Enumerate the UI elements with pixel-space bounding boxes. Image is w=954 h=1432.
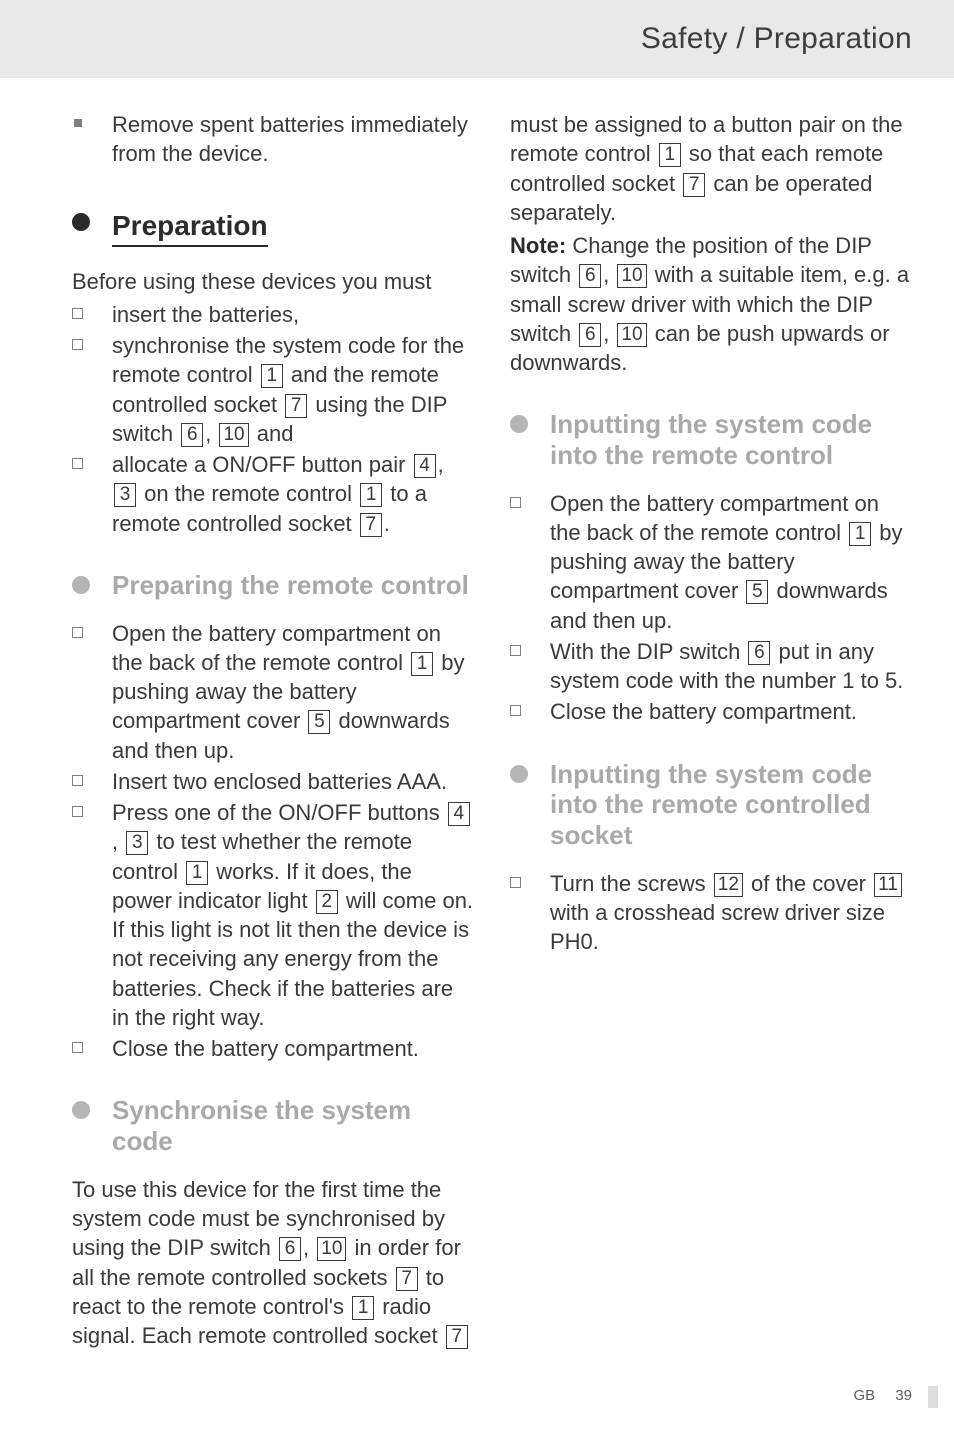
text: Close the battery compartment. — [112, 1036, 419, 1061]
list-item: insert the batteries, — [72, 300, 474, 329]
ref-number: 6 — [748, 641, 770, 665]
ref-number: 5 — [308, 710, 330, 734]
ref-number: 11 — [874, 873, 902, 897]
text: and — [251, 421, 294, 446]
ref-number: 1 — [352, 1296, 374, 1320]
ref-number: 7 — [285, 394, 307, 418]
ref-number: 5 — [746, 580, 768, 604]
ref-number: 1 — [261, 364, 283, 388]
list-item: Turn the screws 12 of the cover 11 with … — [510, 869, 912, 957]
footer-bar — [928, 1386, 938, 1408]
page-footer: GB 39 — [853, 1387, 912, 1404]
heading-synchronise: Synchronise the system code — [72, 1095, 474, 1156]
ref-number: 10 — [317, 1237, 346, 1261]
intro-list: Remove spent batteries immediately from … — [72, 110, 474, 169]
list-item: Insert two enclosed batteries AAA. — [72, 767, 474, 796]
list-item: Press one of the ON/OFF buttons 4, 3 to … — [72, 798, 474, 1032]
ref-number: 1 — [659, 143, 681, 167]
text: Insert two enclosed batteries AAA. — [112, 769, 447, 794]
heading-preparing-remote: Preparing the remote control — [72, 570, 474, 601]
ref-number: 4 — [448, 802, 470, 826]
text: with a crosshead screw driver size PH0. — [550, 900, 885, 954]
ref-number: 10 — [617, 264, 646, 288]
list-item: Close the battery compartment. — [510, 697, 912, 726]
text: allocate a ON/OFF button pair — [112, 452, 412, 477]
ref-number: 3 — [114, 483, 136, 507]
ref-number: 7 — [683, 173, 705, 197]
list-item: With the DIP switch 6 put in any system … — [510, 637, 912, 696]
paragraph: Before using these devices you must — [72, 267, 474, 296]
list-item: synchronise the system code for the remo… — [72, 331, 474, 448]
heading-preparation: Preparation — [72, 207, 474, 247]
list-item: Close the battery compartment. — [72, 1034, 474, 1063]
ref-number: 12 — [714, 873, 743, 897]
ref-number: 3 — [126, 831, 148, 855]
page-header-title: Safety / Preparation — [641, 22, 912, 56]
heading-input-remote: Inputting the system code into the remot… — [510, 409, 912, 470]
ref-number: 6 — [579, 264, 601, 288]
note-label: Note: — [510, 233, 566, 258]
input-remote-list: Open the battery compartment on the back… — [510, 489, 912, 727]
text: of the cover — [745, 871, 872, 896]
text: With the DIP switch — [550, 639, 746, 664]
heading-text: Preparation — [112, 207, 268, 247]
heading-input-socket: Inputting the system code into the remot… — [510, 759, 912, 851]
text: Open the battery compartment on the back… — [550, 491, 879, 545]
list-item: Open the battery compartment on the back… — [510, 489, 912, 635]
content-columns: Remove spent batteries immediately from … — [72, 110, 912, 1362]
ref-number: 2 — [316, 890, 338, 914]
ref-number: 6 — [181, 423, 203, 447]
text: Close the battery compartment. — [550, 699, 857, 724]
list-item: allocate a ON/OFF button pair 4, 3 on th… — [72, 450, 474, 538]
ref-number: 1 — [411, 652, 433, 676]
text: Remove spent batteries immediately from … — [112, 112, 468, 166]
ref-number: 1 — [849, 522, 871, 546]
list-item: Remove spent batteries immediately from … — [72, 110, 474, 169]
ref-number: 6 — [279, 1237, 301, 1261]
footer-country: GB — [853, 1387, 875, 1404]
ref-number: 4 — [414, 454, 436, 478]
ref-number: 1 — [360, 483, 382, 507]
preparing-remote-list: Open the battery compartment on the back… — [72, 619, 474, 1064]
ref-number: 7 — [446, 1325, 468, 1349]
text: Press one of the ON/OFF buttons — [112, 800, 446, 825]
text: Open the battery compartment on the back… — [112, 621, 441, 675]
prep-list: insert the batteries, synchronise the sy… — [72, 300, 474, 538]
input-socket-list: Turn the screws 12 of the cover 11 with … — [510, 869, 912, 957]
list-item: Open the battery compartment on the back… — [72, 619, 474, 765]
ref-number: 7 — [396, 1267, 418, 1291]
text: Turn the screws — [550, 871, 712, 896]
footer-page-number: 39 — [895, 1387, 912, 1404]
ref-number: 6 — [579, 323, 601, 347]
ref-number: 10 — [219, 423, 248, 447]
text: insert the batteries, — [112, 302, 299, 327]
ref-number: 1 — [186, 861, 208, 885]
paragraph: Note: Change the position of the DIP swi… — [510, 231, 912, 377]
ref-number: 10 — [617, 323, 646, 347]
ref-number: 7 — [360, 513, 382, 537]
text: on the remote control — [138, 481, 358, 506]
